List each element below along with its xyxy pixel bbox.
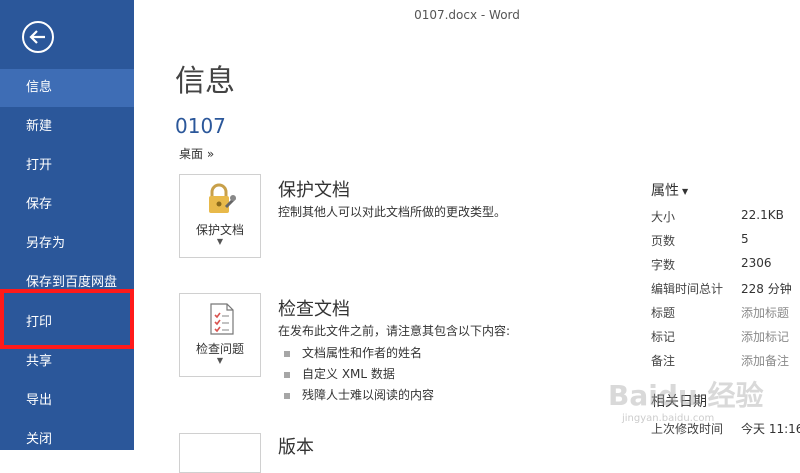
window-title: 0107.docx - Word — [414, 8, 520, 22]
versions-title: 版本 — [278, 437, 314, 458]
protect-document-button[interactable]: 保护文档 ▼ — [179, 174, 261, 258]
bullet-icon — [284, 392, 290, 399]
manage-versions-button[interactable] — [179, 433, 261, 473]
list-item: 自定义 XML 数据 — [284, 365, 395, 382]
prop-label-edit-time: 编辑时间总计 — [651, 282, 724, 296]
nav-item-save-as[interactable]: 另存为 — [0, 225, 134, 263]
lock-key-icon — [209, 183, 237, 213]
page-title: 信息 — [175, 64, 235, 99]
baidu-watermark: Baidu 经验 — [608, 379, 764, 412]
chevron-down-icon: ▼ — [682, 186, 689, 196]
protect-document-desc: 控制其他人可以对此文档所做的更改类型。 — [278, 205, 507, 219]
add-title-field[interactable]: 添加标题 — [741, 304, 789, 321]
prop-label-size: 大小 — [651, 210, 676, 224]
document-name: 0107 — [175, 114, 226, 138]
nav-item-open[interactable]: 打开 — [0, 147, 134, 185]
prop-value-size: 22.1KB — [741, 208, 784, 222]
prop-label-title: 标题 — [651, 306, 676, 320]
list-item: 文档属性和作者的姓名 — [284, 344, 422, 361]
nav-item-new[interactable]: 新建 — [0, 108, 134, 146]
prop-value-words: 2306 — [741, 256, 772, 270]
inspect-document-icon — [210, 303, 234, 335]
prop-label-pages: 页数 — [651, 234, 676, 248]
nav-item-print[interactable]: 打印 — [0, 304, 134, 342]
prop-label-comments: 备注 — [651, 354, 676, 368]
document-location-link[interactable]: 桌面 » — [179, 145, 214, 162]
prop-label-words: 字数 — [651, 258, 676, 272]
inspect-document-desc: 在发布此文件之前，请注意其包含以下内容: — [278, 324, 511, 338]
nav-item-share[interactable]: 共享 — [0, 343, 134, 381]
arrow-left-icon — [29, 30, 45, 44]
inspect-document-title: 检查文档 — [278, 299, 350, 320]
nav-item-info[interactable]: 信息 — [0, 69, 134, 107]
bullet-icon — [284, 371, 290, 378]
prop-label-tags: 标记 — [651, 330, 676, 344]
add-comments-field[interactable]: 添加备注 — [741, 352, 789, 369]
nav-item-save[interactable]: 保存 — [0, 186, 134, 224]
check-for-issues-button[interactable]: 检查问题 ▼ — [179, 293, 261, 377]
nav-item-export[interactable]: 导出 — [0, 382, 134, 420]
prop-value-edit-time: 228 分钟 — [741, 282, 792, 296]
nav-item-save-to-baidu[interactable]: 保存到百度网盘 — [0, 264, 134, 302]
bullet-icon — [284, 350, 290, 357]
properties-dropdown[interactable]: 属性 ▼ — [651, 180, 688, 200]
list-item: 残障人士难以阅读的内容 — [284, 386, 434, 403]
chevron-down-icon: ▼ — [216, 356, 224, 365]
check-for-issues-button-label: 检查问题 — [195, 342, 244, 356]
protect-document-title: 保护文档 — [278, 180, 350, 201]
back-button[interactable] — [22, 21, 54, 53]
prop-value-pages: 5 — [741, 232, 749, 246]
nav-item-close[interactable]: 关闭 — [0, 421, 134, 459]
add-tags-field[interactable]: 添加标记 — [741, 328, 789, 345]
chevron-down-icon: ▼ — [216, 237, 224, 246]
last-modified-value: 今天 11:16 — [741, 422, 800, 436]
protect-document-button-label: 保护文档 — [195, 223, 244, 237]
backstage-sidebar: 信息 新建 打开 保存 另存为 保存到百度网盘 打印 共享 导出 关闭 — [0, 0, 134, 450]
baidu-watermark-url: jingyan.baidu.com — [622, 413, 715, 424]
